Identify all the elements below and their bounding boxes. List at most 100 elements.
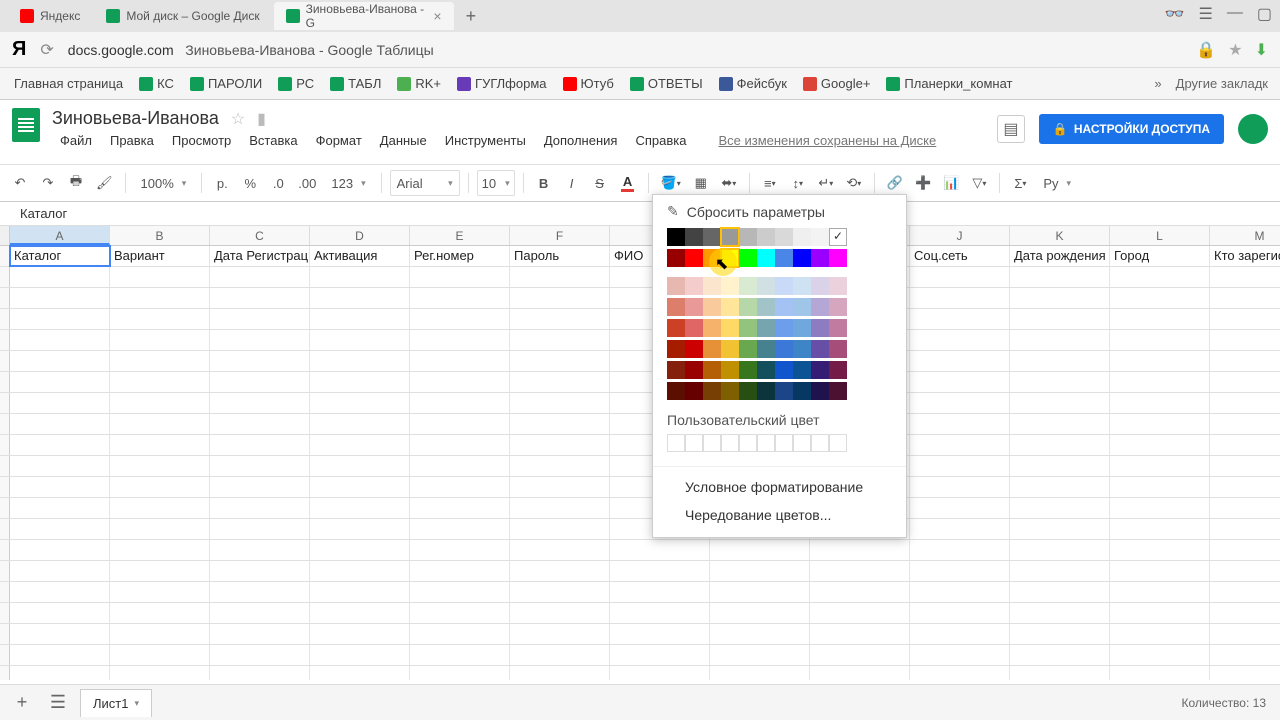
cell[interactable] xyxy=(310,330,410,350)
cell[interactable] xyxy=(410,372,510,392)
cell[interactable] xyxy=(110,498,210,518)
cell[interactable] xyxy=(810,540,910,560)
cell[interactable] xyxy=(610,624,710,644)
cell[interactable] xyxy=(10,540,110,560)
color-swatch[interactable] xyxy=(703,298,721,316)
cell[interactable] xyxy=(1110,498,1210,518)
paint-format-button[interactable]: 🖌 xyxy=(92,170,117,196)
cell[interactable] xyxy=(410,330,510,350)
cell[interactable] xyxy=(310,582,410,602)
cell[interactable] xyxy=(1010,561,1110,581)
cell[interactable] xyxy=(210,330,310,350)
share-button[interactable]: 🔒 НАСТРОЙКИ ДОСТУПА xyxy=(1039,114,1224,144)
cell[interactable] xyxy=(910,435,1010,455)
color-swatch[interactable] xyxy=(793,382,811,400)
color-swatch[interactable] xyxy=(703,277,721,295)
color-swatch[interactable] xyxy=(775,361,793,379)
cell[interactable] xyxy=(910,498,1010,518)
color-swatch[interactable] xyxy=(793,228,811,246)
cell[interactable] xyxy=(1210,435,1280,455)
cell[interactable] xyxy=(110,456,210,476)
column-header[interactable]: B xyxy=(110,226,210,245)
cell[interactable] xyxy=(410,603,510,623)
cell[interactable] xyxy=(210,645,310,665)
cell[interactable] xyxy=(210,267,310,287)
cell[interactable] xyxy=(210,498,310,518)
color-swatch[interactable] xyxy=(703,382,721,400)
menu-tools[interactable]: Инструменты xyxy=(437,131,534,150)
color-swatch[interactable] xyxy=(757,298,775,316)
cell[interactable] xyxy=(1010,288,1110,308)
cell[interactable] xyxy=(1010,372,1110,392)
color-swatch[interactable] xyxy=(667,382,685,400)
color-swatch[interactable] xyxy=(793,361,811,379)
cell[interactable] xyxy=(310,561,410,581)
cell[interactable] xyxy=(310,267,410,287)
cell[interactable] xyxy=(710,540,810,560)
cell[interactable] xyxy=(1010,351,1110,371)
cell[interactable] xyxy=(210,456,310,476)
cell[interactable] xyxy=(1010,267,1110,287)
reload-icon[interactable]: ⟳ xyxy=(40,40,53,60)
text-color-button[interactable]: A xyxy=(616,170,640,196)
color-swatch[interactable] xyxy=(829,277,847,295)
bookmarks-overflow[interactable]: » xyxy=(1148,76,1167,91)
wrap-button[interactable]: ↵▾ xyxy=(814,170,838,196)
cell[interactable] xyxy=(110,414,210,434)
cell[interactable] xyxy=(910,372,1010,392)
cell[interactable] xyxy=(1210,267,1280,287)
fill-color-button[interactable]: 🪣▾ xyxy=(657,170,685,196)
font-select[interactable]: Arial▾ xyxy=(390,170,460,196)
cell[interactable] xyxy=(510,645,610,665)
cell[interactable] xyxy=(210,561,310,581)
yandex-icon[interactable]: Я xyxy=(12,38,26,61)
color-swatch[interactable] xyxy=(757,228,775,246)
color-swatch[interactable] xyxy=(667,277,685,295)
row-header[interactable] xyxy=(0,351,10,371)
decrease-decimal-button[interactable]: .0 xyxy=(266,170,290,196)
color-swatch[interactable] xyxy=(775,298,793,316)
color-swatch[interactable] xyxy=(685,382,703,400)
cell[interactable]: Дата Регистраци xyxy=(210,246,310,266)
cell[interactable]: Соц.сеть xyxy=(910,246,1010,266)
custom-swatch[interactable] xyxy=(793,434,811,452)
cell[interactable] xyxy=(910,519,1010,539)
cell[interactable] xyxy=(1210,561,1280,581)
cell[interactable] xyxy=(410,393,510,413)
color-swatch[interactable] xyxy=(811,382,829,400)
cell[interactable] xyxy=(910,477,1010,497)
cell[interactable] xyxy=(410,309,510,329)
color-swatch[interactable] xyxy=(775,228,793,246)
cell[interactable] xyxy=(510,666,610,680)
new-tab-button[interactable]: + xyxy=(456,6,487,27)
custom-swatch[interactable] xyxy=(775,434,793,452)
cell[interactable] xyxy=(310,288,410,308)
column-header[interactable]: C xyxy=(210,226,310,245)
increase-decimal-button[interactable]: .00 xyxy=(294,170,320,196)
color-swatch[interactable] xyxy=(775,319,793,337)
cell[interactable] xyxy=(310,477,410,497)
close-icon[interactable]: × xyxy=(433,8,441,24)
cell[interactable] xyxy=(10,624,110,644)
color-swatch[interactable] xyxy=(811,340,829,358)
selection-count[interactable]: Количество: 13 xyxy=(1182,696,1266,710)
color-swatch[interactable] xyxy=(739,249,757,267)
color-swatch[interactable] xyxy=(757,340,775,358)
color-swatch[interactable] xyxy=(721,249,739,267)
color-swatch[interactable] xyxy=(775,277,793,295)
menu-help[interactable]: Справка xyxy=(627,131,694,150)
custom-swatch[interactable] xyxy=(721,434,739,452)
column-header[interactable]: F xyxy=(510,226,610,245)
cell[interactable] xyxy=(410,351,510,371)
cell[interactable] xyxy=(110,624,210,644)
cell[interactable] xyxy=(210,603,310,623)
cell[interactable] xyxy=(1110,435,1210,455)
sheets-logo-icon[interactable] xyxy=(12,108,40,142)
cell[interactable] xyxy=(510,519,610,539)
cell[interactable] xyxy=(310,372,410,392)
browser-tab[interactable]: Мой диск – Google Диск xyxy=(94,2,271,30)
color-swatch[interactable] xyxy=(739,228,757,246)
cell[interactable] xyxy=(710,603,810,623)
cell[interactable] xyxy=(510,456,610,476)
cell[interactable] xyxy=(310,603,410,623)
